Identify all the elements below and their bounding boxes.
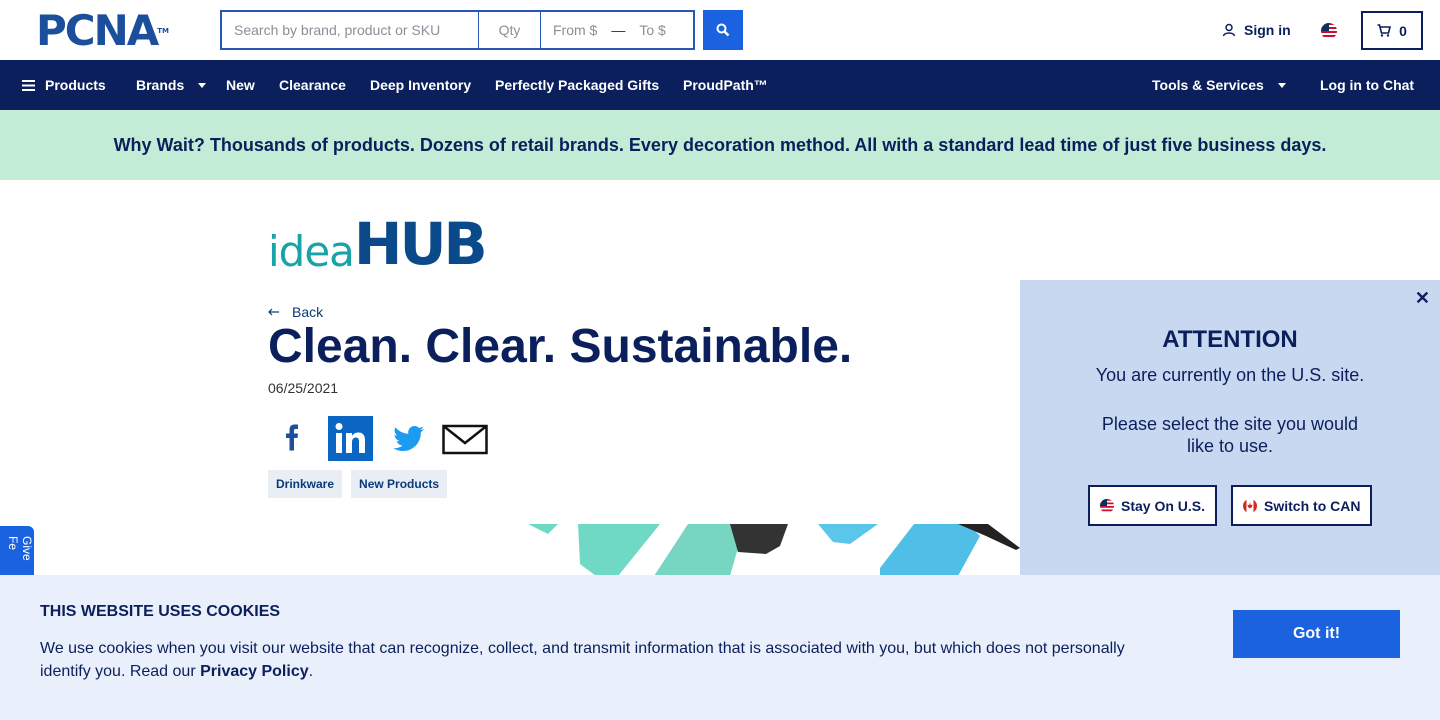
cookie-heading: THIS WEBSITE USES COOKIES [40, 603, 281, 620]
nav-brands[interactable]: Brands [136, 60, 207, 110]
nav-tools[interactable]: Tools & Services [1152, 60, 1286, 110]
user-icon [1222, 23, 1236, 37]
chevron-down-icon [1277, 82, 1286, 88]
stay-us-button[interactable]: Stay On U.S. [1088, 485, 1218, 526]
us-flag-icon [1100, 498, 1114, 513]
cart-icon [1377, 24, 1392, 37]
twitter-icon[interactable] [385, 416, 430, 461]
nav-tools-label: Tools & Services [1152, 77, 1264, 93]
nav-proudpath[interactable]: ProudPath™ [683, 60, 768, 110]
search-bar: Search by brand, product or SKU Qty From… [220, 10, 743, 50]
main-nav: Products Brands New Clearance Deep Inven… [0, 60, 1440, 110]
cookie-text: We use cookies when you visit our websit… [40, 637, 1140, 683]
back-label: Back [292, 304, 324, 320]
stay-us-label: Stay On U.S. [1121, 497, 1206, 514]
cart-count: 0 [1399, 22, 1407, 39]
modal-line-2: Please select the site you would like to… [1101, 414, 1359, 456]
back-link[interactable]: Back [268, 304, 323, 320]
feedback-tab[interactable]: Give Fe [0, 526, 34, 576]
search-icon [716, 23, 730, 37]
ideahub-logo: idea HUB [268, 210, 488, 278]
promo-banner: Why Wait? Thousands of products. Dozens … [0, 110, 1440, 180]
tag-drinkware[interactable]: Drinkware [268, 470, 343, 498]
privacy-policy-link[interactable]: Privacy Policy [200, 663, 309, 680]
site-select-modal: ✕ ATTENTION You are currently on the U.S… [1020, 280, 1440, 575]
cart-button[interactable]: 0 [1361, 11, 1423, 50]
top-bar: PCNATM Search by brand, product or SKU Q… [0, 0, 1440, 60]
linkedin-icon[interactable] [328, 415, 373, 461]
nav-deep-inventory[interactable]: Deep Inventory [370, 60, 471, 110]
hero-image [268, 524, 1020, 576]
price-range-input[interactable]: From $ — To $ [540, 10, 695, 50]
ideahub-logo-idea: idea [268, 227, 355, 276]
search-input[interactable]: Search by brand, product or SKU [220, 10, 478, 50]
cookie-period: . [308, 663, 314, 680]
nav-new[interactable]: New [226, 60, 255, 110]
price-dash: — [611, 22, 626, 38]
canada-flag-icon [1243, 498, 1258, 513]
facebook-icon[interactable] [268, 415, 316, 461]
modal-line-1: You are currently on the U.S. site. [1095, 365, 1365, 385]
modal-heading: ATTENTION [1162, 326, 1298, 353]
switch-can-button[interactable]: Switch to CAN [1231, 485, 1373, 526]
qty-input[interactable]: Qty [478, 10, 540, 50]
search-button[interactable] [703, 10, 743, 50]
ideahub-logo-hub: HUB [353, 210, 488, 278]
switch-can-label: Switch to CAN [1264, 497, 1361, 514]
page-title: Clean. Clear. Sustainable. [268, 320, 853, 373]
tag-list: Drinkware New Products [268, 470, 448, 498]
chevron-down-icon [198, 82, 207, 88]
price-to[interactable]: To $ [639, 22, 665, 38]
us-flag-icon[interactable] [1321, 23, 1337, 39]
hamburger-icon [22, 79, 35, 91]
nav-clearance[interactable]: Clearance [279, 60, 346, 110]
got-it-button[interactable]: Got it! [1233, 610, 1400, 658]
modal-buttons: Stay On U.S. Switch to CAN [1088, 485, 1373, 526]
nav-chat[interactable]: Log in to Chat [1320, 60, 1414, 110]
publish-date: 06/25/2021 [268, 380, 339, 396]
price-from[interactable]: From $ [553, 22, 597, 38]
share-icons [268, 415, 488, 461]
cookie-banner: THIS WEBSITE USES COOKIES We use cookies… [0, 575, 1440, 720]
arrow-left-icon [268, 308, 279, 316]
tag-new-products[interactable]: New Products [351, 470, 448, 498]
email-icon[interactable] [442, 421, 488, 455]
sign-in-link[interactable]: Sign in [1222, 22, 1291, 38]
nav-products[interactable]: Products [22, 60, 106, 110]
pcna-logo[interactable]: PCNATM [36, 10, 169, 52]
nav-products-label: Products [45, 77, 106, 93]
nav-brands-label: Brands [136, 77, 185, 93]
close-icon[interactable]: ✕ [1415, 288, 1430, 309]
nav-gifts[interactable]: Perfectly Packaged Gifts [495, 60, 659, 110]
sign-in-label: Sign in [1244, 22, 1291, 38]
